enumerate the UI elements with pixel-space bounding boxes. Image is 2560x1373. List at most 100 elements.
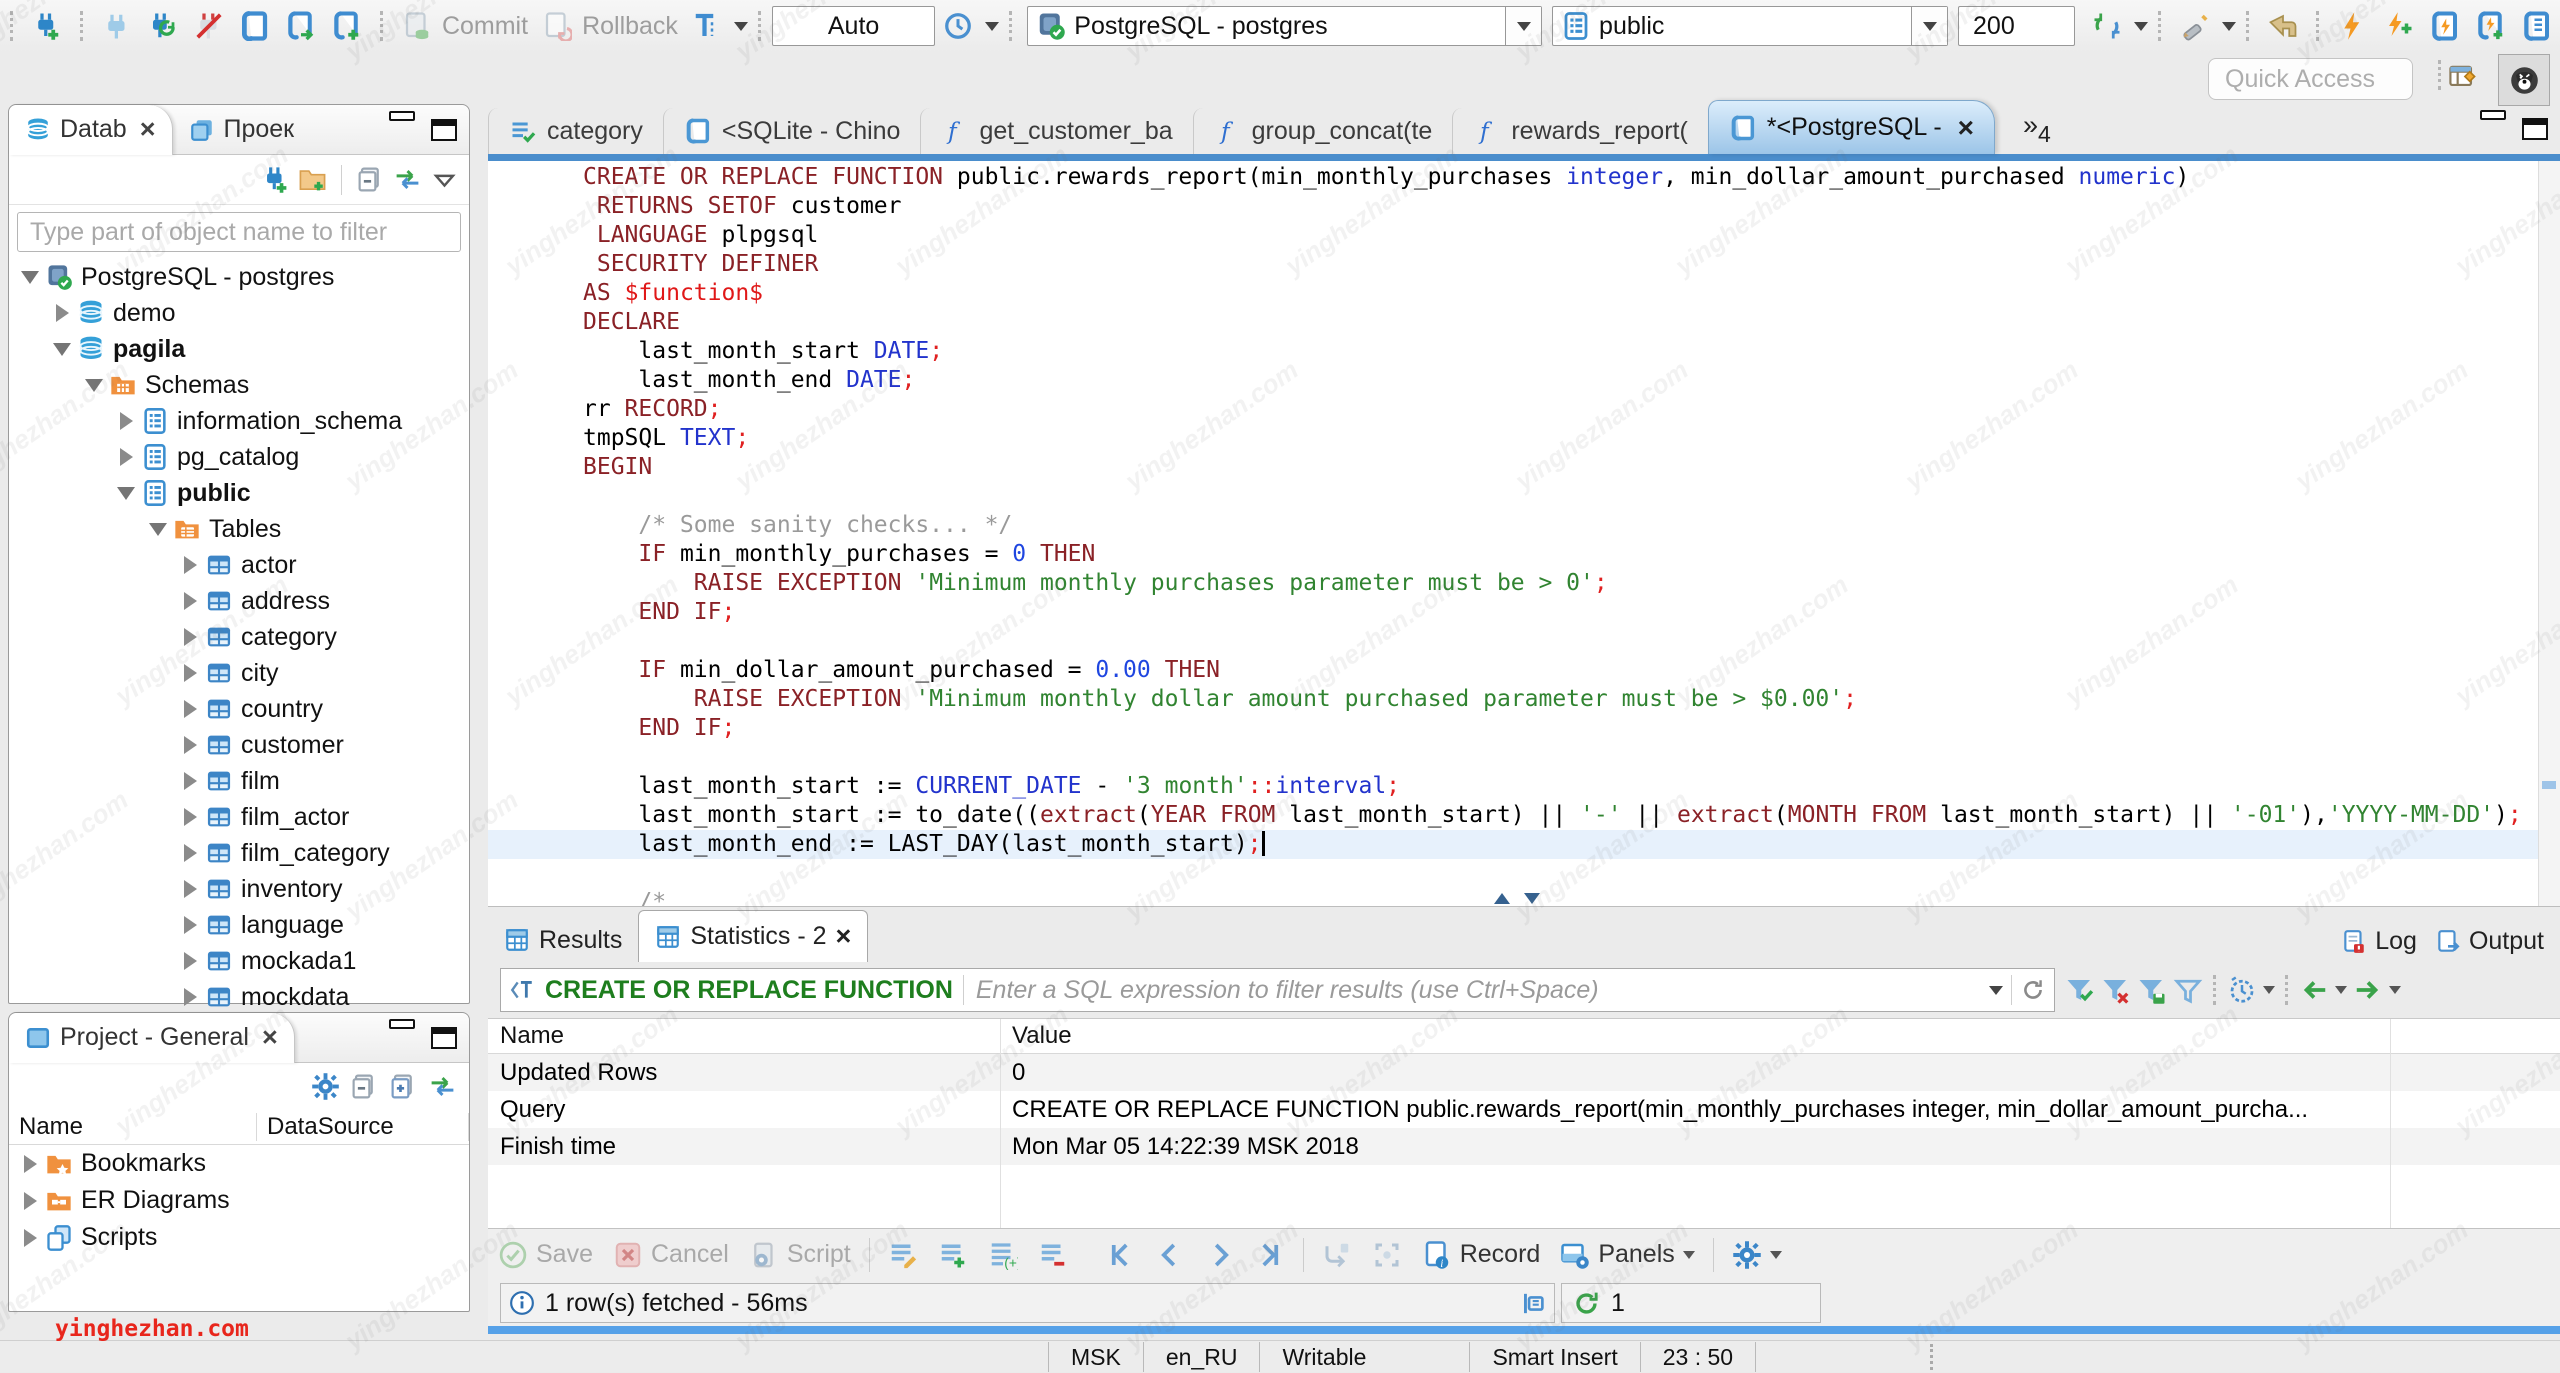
code-line[interactable]: RETURNS SETOF customer — [583, 192, 2538, 221]
compare-dropdown-icon[interactable] — [2222, 22, 2236, 31]
code-line[interactable]: tmpSQL TEXT; — [583, 424, 2538, 453]
code-line[interactable]: IF min_dollar_amount_purchased = 0.00 TH… — [583, 656, 2538, 685]
new-folder-icon[interactable] — [298, 165, 327, 194]
goto-row-icon[interactable] — [1322, 1240, 1352, 1270]
rollback-label[interactable]: Rollback — [582, 12, 678, 41]
code-line[interactable]: BEGIN — [583, 453, 2538, 482]
close-icon[interactable]: × — [262, 1022, 278, 1053]
tree-item-tables[interactable]: Tables — [9, 511, 469, 547]
expand-arrow-icon[interactable] — [177, 952, 203, 970]
filter-save-icon[interactable] — [2065, 975, 2095, 1005]
tree-item-information-schema[interactable]: information_schema — [9, 403, 469, 439]
new-connection-icon[interactable] — [261, 165, 290, 194]
expand-arrow-icon[interactable] — [177, 916, 203, 934]
maximize-icon[interactable] — [431, 1027, 457, 1049]
expand-all-icon[interactable] — [389, 1072, 418, 1101]
delete-row-icon[interactable] — [1038, 1240, 1068, 1270]
expand-arrow-icon[interactable] — [177, 664, 203, 682]
collapse-arrow-icon[interactable] — [145, 523, 171, 536]
connection-dropdown-icon[interactable] — [1505, 7, 1541, 45]
sql-editor[interactable]: CREATE OR REPLACE FUNCTION public.reward… — [488, 161, 2560, 906]
transaction-dropdown-icon[interactable] — [734, 22, 748, 31]
transaction-log-dropdown-icon[interactable] — [985, 22, 999, 31]
filter-remove-icon[interactable] — [2101, 975, 2131, 1005]
code-line[interactable] — [583, 859, 2538, 888]
transaction-mode-icon[interactable] — [689, 8, 725, 44]
sash-collapse-control[interactable] — [1494, 893, 1540, 904]
tree-item-address[interactable]: address — [9, 583, 469, 619]
link-with-editor-icon[interactable] — [393, 165, 422, 194]
code-line[interactable]: AS $function$ — [583, 279, 2538, 308]
cancel-button[interactable]: Cancel — [613, 1240, 729, 1270]
code-line[interactable]: /* Some sanity checks... */ — [583, 511, 2538, 540]
new-sql-editor-icon[interactable] — [329, 8, 365, 44]
code-line[interactable]: RAISE EXCEPTION 'Minimum monthly purchas… — [583, 569, 2538, 598]
collapse-arrow-icon[interactable] — [17, 271, 43, 284]
previous-dropdown-icon[interactable] — [2335, 986, 2347, 994]
open-sql-editor-icon[interactable] — [283, 8, 319, 44]
expand-arrow-icon[interactable] — [113, 412, 139, 430]
column-value[interactable]: Value — [1000, 1022, 2560, 1050]
expand-arrow-icon[interactable] — [177, 592, 203, 610]
editor-tab--postgresql-[interactable]: *<PostgreSQL - × — [1708, 100, 1995, 154]
code-line[interactable]: last_month_end DATE; — [583, 366, 2538, 395]
tree-item-demo[interactable]: demo — [9, 295, 469, 331]
filter-apply-icon[interactable] — [2020, 977, 2046, 1003]
code-line[interactable]: RAISE EXCEPTION 'Minimum monthly dollar … — [583, 685, 2538, 714]
transaction-log-icon[interactable] — [940, 8, 976, 44]
tree-item-film[interactable]: film — [9, 763, 469, 799]
minimize-icon[interactable] — [2480, 110, 2506, 120]
tree-item-schemas[interactable]: Schemas — [9, 367, 469, 403]
code-line[interactable]: last_month_end := LAST_DAY(last_month_st… — [488, 830, 2538, 859]
compare-icon[interactable] — [2177, 8, 2213, 44]
object-filter-input[interactable] — [18, 218, 460, 247]
gear-icon[interactable] — [311, 1072, 340, 1101]
output-button[interactable]: Output — [2435, 927, 2544, 956]
close-icon[interactable]: × — [1958, 112, 1974, 144]
maximize-icon[interactable] — [2522, 118, 2548, 140]
last-row-icon[interactable] — [1255, 1240, 1285, 1270]
stat-row-query[interactable]: QueryCREATE OR REPLACE FUNCTION public.r… — [488, 1091, 2560, 1128]
code-line[interactable]: rr RECORD; — [583, 395, 2538, 424]
tree-item-city[interactable]: city — [9, 655, 469, 691]
view-menu-icon[interactable] — [430, 165, 459, 194]
tab-projects[interactable]: Проек — [173, 105, 311, 155]
tree-item-pg-catalog[interactable]: pg_catalog — [9, 439, 469, 475]
code-line[interactable]: /* — [583, 888, 2538, 906]
zoom-cell-icon[interactable] — [1372, 1240, 1402, 1270]
auto-refresh-icon[interactable] — [2227, 975, 2257, 1005]
open-perspective-icon[interactable] — [2448, 62, 2477, 96]
tab-results[interactable]: Results — [488, 918, 638, 962]
edit-row-icon[interactable] — [888, 1240, 918, 1270]
tab-database-navigator[interactable]: Datab × — [9, 105, 173, 155]
filter-menu-icon[interactable] — [2173, 975, 2203, 1005]
next-page-icon[interactable] — [2353, 975, 2383, 1005]
execute-script-icon[interactable] — [2427, 8, 2463, 44]
commit-mode-combo[interactable]: Auto — [772, 6, 935, 46]
save-button[interactable]: Save — [498, 1240, 593, 1270]
record-button[interactable]: iRecord — [1422, 1240, 1541, 1270]
explain-plan-icon[interactable] — [2519, 8, 2555, 44]
dbeaver-perspective-button[interactable] — [2498, 54, 2550, 106]
pin-status-icon[interactable] — [1517, 1289, 1546, 1318]
collapse-arrow-icon[interactable] — [113, 487, 139, 500]
tree-item-country[interactable]: country — [9, 691, 469, 727]
connection-combo[interactable]: PostgreSQL - postgres — [1027, 6, 1542, 46]
editor-tab-group-concat-te[interactable]: fgroup_concat(te — [1193, 108, 1453, 154]
execute-new-tab-icon[interactable] — [2381, 8, 2417, 44]
code-line[interactable] — [583, 482, 2538, 511]
close-icon[interactable]: × — [140, 114, 156, 145]
column-datasource[interactable]: DataSource — [257, 1113, 469, 1141]
schema-combo[interactable]: public — [1552, 6, 1948, 46]
code-line[interactable] — [583, 627, 2538, 656]
tab-project-general[interactable]: Project - General × — [9, 1013, 295, 1063]
column-name[interactable]: Name — [9, 1113, 257, 1141]
schema-dropdown-icon[interactable] — [1911, 7, 1947, 45]
maximize-icon[interactable] — [431, 119, 457, 141]
expand-arrow-icon[interactable] — [177, 700, 203, 718]
sync-connection-icon[interactable] — [2089, 8, 2125, 44]
previous-row-icon[interactable] — [1155, 1240, 1185, 1270]
script-button[interactable]: Script — [749, 1240, 851, 1270]
first-row-icon[interactable] — [1105, 1240, 1135, 1270]
expand-arrow-icon[interactable] — [177, 736, 203, 754]
